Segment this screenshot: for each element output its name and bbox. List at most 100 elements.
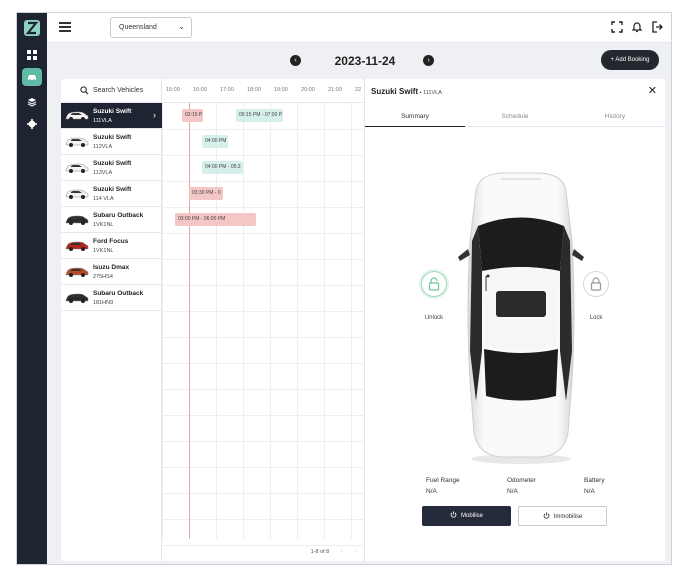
lock-button[interactable] [583, 271, 609, 297]
car-icon [28, 75, 36, 81]
sidebar-item-layers[interactable] [22, 93, 42, 111]
detail-title: Suzuki Swift • 111VLA [371, 87, 442, 96]
dashboard-icon [27, 50, 37, 60]
grid-line [162, 311, 364, 312]
unlocked-padlock-icon [428, 277, 440, 291]
grid-line [162, 389, 364, 390]
grid-line [162, 337, 364, 338]
vehicle-detail-panel: Suzuki Swift • 111VLA ✕ Summary Schedule… [364, 79, 665, 561]
battery-value: N/A [584, 488, 595, 495]
vehicle-row[interactable]: Suzuki Swift 114 VLA [61, 181, 162, 207]
vehicle-name: Suzuki Swift [93, 108, 132, 115]
vehicle-plate: 275HS4 [93, 274, 113, 280]
bell-icon[interactable] [631, 21, 643, 33]
current-time-line [189, 103, 190, 539]
grid-line [162, 129, 364, 130]
sidebar-item-vehicles[interactable] [22, 68, 42, 86]
time-tick-label: 15:00 [166, 87, 180, 93]
region-select[interactable]: Queensland ⌄ [110, 17, 192, 38]
power-icon [543, 512, 550, 519]
vehicle-schedule-panel: Search Vehicles Suzuki Swift 111VLA › Suzuk… [61, 79, 364, 561]
grid-line [162, 155, 364, 156]
layers-icon [27, 98, 37, 107]
tab-schedule[interactable]: Schedule [465, 113, 565, 120]
search-placeholder: Search Vehicles [93, 87, 144, 94]
detail-tabs: Summary Schedule History [365, 107, 665, 127]
vehicle-name: Suzuki Swift [93, 160, 132, 167]
vehicle-name: Suzuki Swift [93, 186, 132, 193]
grid-line [162, 207, 364, 208]
vehicle-list: Search Vehicles Suzuki Swift 111VLA › Suzuk… [61, 79, 162, 561]
prev-page-button[interactable]: ‹ [341, 549, 343, 555]
grid-line [162, 467, 364, 468]
vehicle-row[interactable]: Suzuki Swift 113VLA [61, 155, 162, 181]
search-icon [80, 86, 89, 95]
unlock-label: Unlock [424, 315, 444, 321]
vehicle-plate: 114 VLA [93, 196, 114, 202]
grid-line [270, 103, 271, 539]
fuel-range-value: N/A [426, 488, 437, 495]
time-tick-label: 21:00 [328, 87, 342, 93]
time-tick-label: 19:00 [274, 87, 288, 93]
tab-history[interactable]: History [565, 113, 665, 120]
prev-date-button[interactable]: ‹ [290, 55, 301, 66]
grid-line [162, 545, 364, 546]
fullscreen-icon[interactable] [611, 21, 623, 33]
mobilise-button[interactable]: Mobilise [422, 506, 511, 526]
immobilise-label: Immobilise [553, 514, 583, 520]
app-logo-icon[interactable] [23, 19, 41, 37]
next-page-button[interactable]: › [354, 549, 356, 555]
time-tick-label: 18:00 [247, 87, 261, 93]
next-date-button[interactable]: › [423, 55, 434, 66]
grid-line [162, 181, 364, 182]
vehicle-name: Subaru Outback [93, 290, 144, 297]
sidebar-item-dashboard[interactable] [22, 46, 42, 64]
booking-block[interactable]: 05:15 PM - 07:00 P [236, 109, 283, 122]
tab-summary[interactable]: Summary [365, 113, 465, 120]
vehicle-plate: 112VLA [93, 144, 113, 150]
search-vehicles-input[interactable]: Search Vehicles [61, 79, 162, 103]
time-tick-label: 22 [355, 87, 362, 93]
booking-block[interactable]: 03:30 PM - 0 [189, 187, 223, 200]
booking-block[interactable]: 04:00 PM [202, 135, 228, 148]
gear-icon [27, 119, 37, 129]
vehicle-row[interactable]: Suzuki Swift 111VLA › [61, 103, 162, 129]
time-tick-label: 17:00 [220, 87, 234, 93]
booking-block[interactable]: 03:15 P [182, 109, 203, 122]
grid-line [162, 259, 364, 260]
car-thumbnail-icon [65, 137, 89, 147]
current-date: 2023-11-24 [334, 54, 396, 68]
grid-line [162, 519, 364, 520]
car-thumbnail-icon [65, 293, 89, 303]
booking-block[interactable]: 03:00 PM - 06:00 PM [175, 213, 256, 226]
booking-block[interactable]: 04:00 PM - 05:3 [202, 161, 243, 174]
pagination: 1-8 of 8 ‹ › [311, 549, 356, 555]
grid-line [162, 415, 364, 416]
vehicle-plate: 1VK1NL [93, 222, 114, 228]
car-thumbnail-icon [65, 163, 89, 173]
menu-icon[interactable] [59, 22, 71, 32]
sidebar-item-settings[interactable] [22, 115, 42, 133]
grid-line [162, 103, 163, 539]
close-icon[interactable]: ✕ [648, 84, 657, 97]
grid-line [297, 103, 298, 539]
vehicle-row[interactable]: Suzuki Swift 112VLA [61, 129, 162, 155]
add-booking-button[interactable]: + Add Booking [601, 50, 659, 70]
vehicle-row[interactable]: Subaru Outback 181HN9 [61, 285, 162, 311]
date-navigator: ‹ 2023-11-24 › [290, 53, 440, 71]
sidebar [17, 13, 47, 564]
time-tick-label: 20:00 [301, 87, 315, 93]
detail-vehicle-name: Suzuki Swift [371, 87, 419, 96]
immobilise-button[interactable]: Immobilise [518, 506, 607, 526]
vehicle-row[interactable]: Subaru Outback 1VK1NL [61, 207, 162, 233]
grid-line [324, 103, 325, 539]
car-thumbnail-icon [65, 215, 89, 225]
vehicle-row[interactable]: Ford Focus 1VK1NL [61, 233, 162, 259]
logout-icon[interactable] [651, 21, 663, 33]
grid-line [243, 103, 244, 539]
padlock-icon [590, 277, 602, 291]
vehicle-row[interactable]: Isuzu Dmax 275HS4 [61, 259, 162, 285]
top-bar: Queensland ⌄ [47, 13, 671, 43]
unlock-button[interactable] [421, 271, 447, 297]
detail-vehicle-plate: • 111VLA [418, 90, 442, 96]
